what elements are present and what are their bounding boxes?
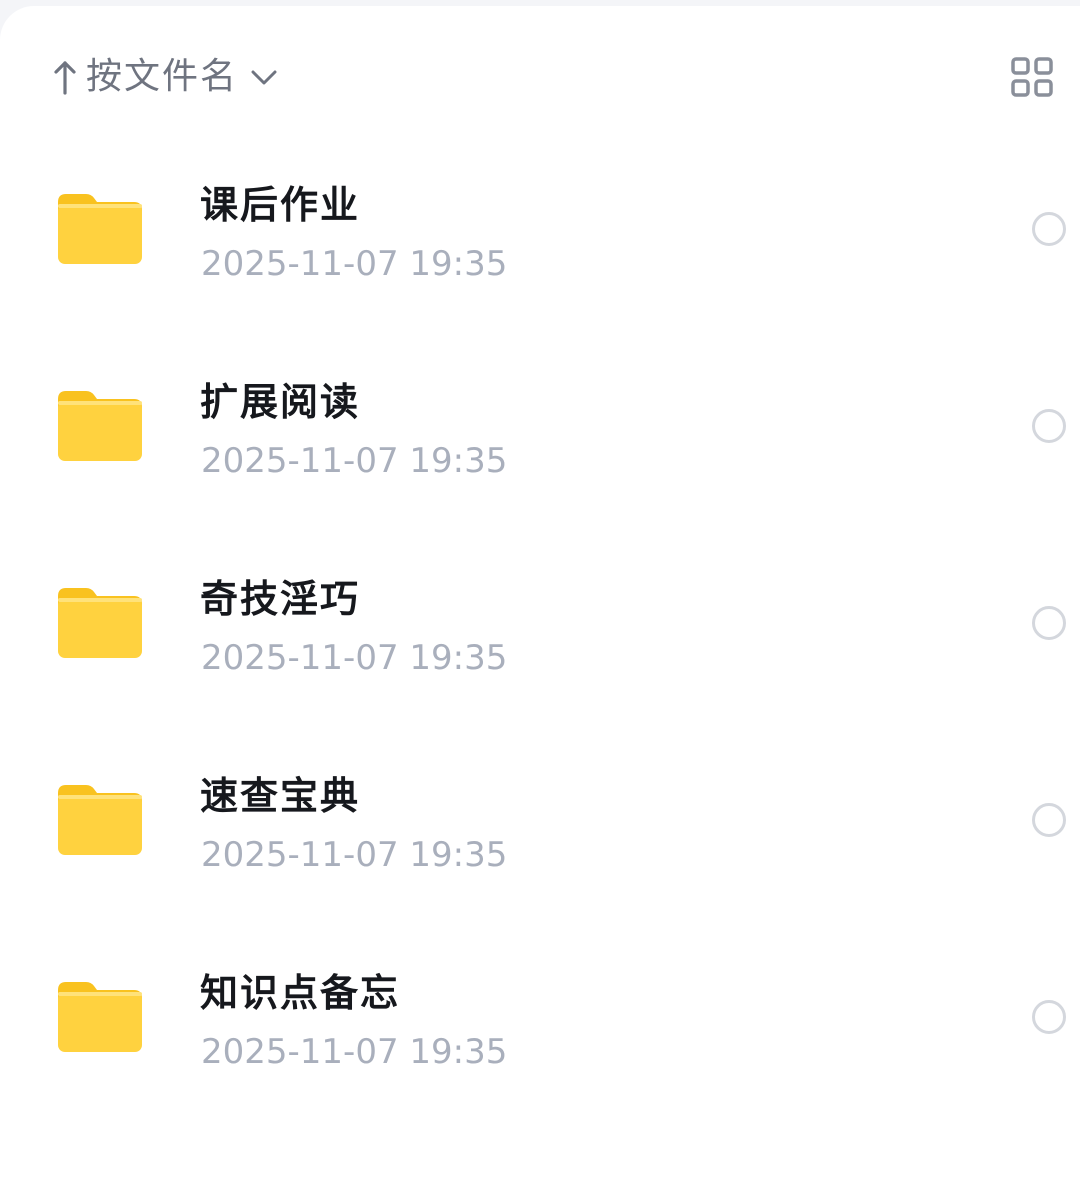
folder-icon bbox=[58, 194, 142, 264]
folder-name: 课后作业 bbox=[200, 183, 361, 227]
select-radio[interactable] bbox=[1032, 212, 1066, 246]
folder-date: 2025-11-07 19:35 bbox=[201, 835, 508, 875]
chevron-down-icon bbox=[251, 70, 277, 85]
list-item[interactable]: 奇技淫巧 2025-11-07 19:35 bbox=[0, 536, 1080, 733]
list-item[interactable]: 速查宝典 2025-11-07 19:35 bbox=[0, 733, 1080, 930]
folder-name: 速查宝典 bbox=[200, 774, 361, 818]
folder-date: 2025-11-07 19:35 bbox=[201, 244, 508, 284]
grid-view-icon[interactable] bbox=[1010, 56, 1054, 98]
folder-name: 奇技淫巧 bbox=[200, 577, 361, 621]
select-radio[interactable] bbox=[1032, 1000, 1066, 1034]
folder-date: 2025-11-07 19:35 bbox=[201, 441, 508, 481]
folder-date: 2025-11-07 19:35 bbox=[201, 638, 508, 678]
folder-date: 2025-11-07 19:35 bbox=[201, 1032, 508, 1072]
folder-list: 课后作业 2025-11-07 19:35 扩展阅读 2025-11-07 19… bbox=[0, 142, 1080, 1127]
folder-icon bbox=[58, 391, 142, 461]
sort-label: 按文件名 bbox=[86, 56, 239, 97]
select-radio[interactable] bbox=[1032, 606, 1066, 640]
list-item[interactable]: 扩展阅读 2025-11-07 19:35 bbox=[0, 339, 1080, 536]
list-item[interactable]: 知识点备忘 2025-11-07 19:35 bbox=[0, 930, 1080, 1127]
select-radio[interactable] bbox=[1032, 803, 1066, 837]
list-item[interactable]: 课后作业 2025-11-07 19:35 bbox=[0, 142, 1080, 339]
select-radio[interactable] bbox=[1032, 409, 1066, 443]
sort-selector[interactable]: 按文件名 bbox=[52, 52, 278, 102]
folder-icon bbox=[58, 785, 142, 855]
folder-icon bbox=[58, 982, 142, 1052]
folder-name: 知识点备忘 bbox=[200, 971, 401, 1015]
arrow-up-icon bbox=[54, 61, 76, 95]
file-list-panel: 按文件名 课后作业 2025-11-07 19:35 扩展阅读 2025-11-… bbox=[0, 6, 1080, 1181]
folder-name: 扩展阅读 bbox=[200, 380, 361, 424]
folder-icon bbox=[58, 588, 142, 658]
